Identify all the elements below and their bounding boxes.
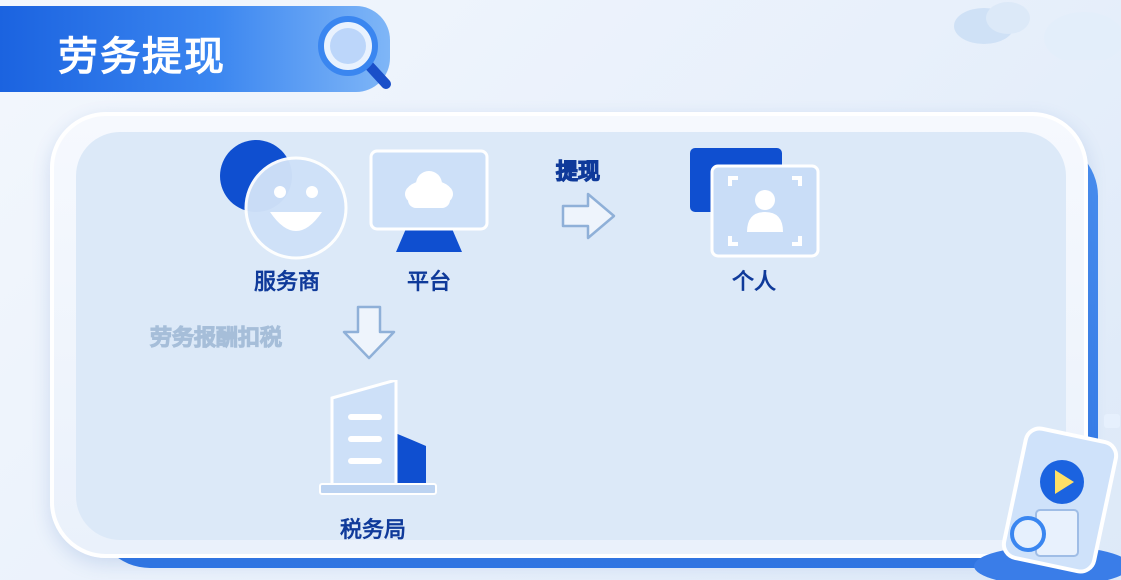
cloud-icon xyxy=(954,2,1121,60)
magnifier-icon xyxy=(318,16,391,89)
arrow-label-tax-withholding: 劳务报酬扣税 xyxy=(149,326,283,352)
page-title: 劳务提现 xyxy=(58,34,226,80)
node-label-service-provider: 服务商 xyxy=(253,270,320,295)
node-label-platform: 平台 xyxy=(406,270,451,295)
office-building-icon xyxy=(319,380,437,495)
node-label-tax-bureau: 税务局 xyxy=(339,518,406,543)
phone-illustration-icon xyxy=(974,414,1121,580)
node-label-individual: 个人 xyxy=(731,270,776,295)
arrow-down-icon xyxy=(342,305,396,360)
arrow-label-withdraw: 提现 xyxy=(555,159,601,185)
id-card-icon xyxy=(690,148,820,258)
arrow-right-icon xyxy=(561,192,616,240)
cloud-monitor-icon xyxy=(369,149,489,252)
smiley-face-icon xyxy=(220,140,348,260)
